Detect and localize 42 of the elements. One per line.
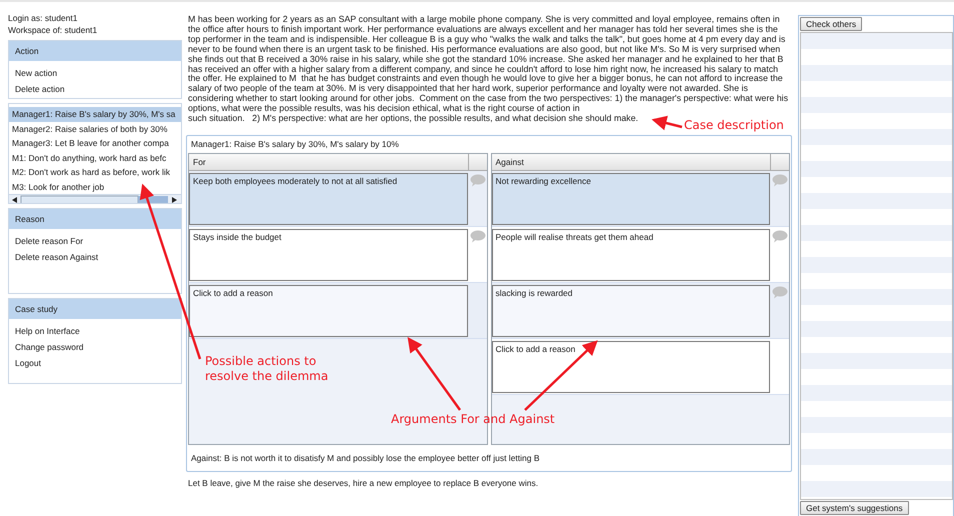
panel-link[interactable]: Help on Interface [9, 319, 181, 337]
workspace-label: Workspace of: student1 [8, 24, 98, 36]
reason-summary: Against: B is not worth it to disatisfy M and possibly lose the employee better off just letting B [190, 452, 541, 465]
panel-header: Action [9, 41, 181, 61]
comment-icon[interactable] [772, 230, 788, 243]
panel-link[interactable]: New action [9, 61, 181, 79]
panel-link[interactable]: Delete reason Against [9, 247, 181, 263]
action-item[interactable]: M1: Don't do anything, work hard as befc [9, 150, 181, 165]
panel-link[interactable]: Change password [9, 337, 181, 353]
action-item[interactable]: Manager2: Raise salaries of both by 30% [9, 122, 181, 136]
annotation-label: Possible actions to resolve the dilemma [205, 354, 330, 384]
reason-card[interactable]: Not rewarding excellence [492, 172, 770, 225]
decision-text: Let B leave, give M the raise she deserves, hire a new employee to replace B everyone wins. [187, 476, 540, 488]
action-title: Manager1: Raise B's salary by 30%, M's salary by 10% [190, 138, 400, 151]
column-heading: For [189, 154, 468, 170]
action-item[interactable]: Manager1: Raise B's salary by 30%, M's sa [9, 107, 181, 122]
comment-icon[interactable] [470, 230, 486, 243]
annotation-arrow [652, 116, 682, 130]
annotation-label: Arguments For and Against [391, 412, 556, 427]
action-item[interactable]: M3: Look for another job [9, 180, 181, 194]
panel-header: Reason [9, 209, 181, 229]
panel-link[interactable]: Delete reason For [9, 229, 181, 247]
annotation-label: Case description [684, 118, 784, 133]
panel-header: Case study [9, 299, 181, 319]
reason-card[interactable]: Stays inside the budget [189, 228, 468, 281]
action-item[interactable]: Manager3: Let B leave for another compa [9, 136, 181, 150]
reason-card[interactable]: People will realise threats get them ahead [492, 228, 770, 281]
panel-link[interactable]: Logout [9, 353, 181, 369]
comment-icon[interactable] [772, 174, 788, 187]
panel-link[interactable]: Delete action [9, 79, 181, 95]
reason-card[interactable]: slacking is rewarded [492, 284, 770, 337]
comment-icon[interactable] [772, 286, 788, 299]
add-reason-field[interactable]: Click to add a reason [189, 284, 468, 337]
reason-card[interactable]: Keep both employees moderately to not at all satisfied [189, 172, 468, 225]
action-item[interactable]: M2: Don't work as hard as before, work lik [9, 165, 181, 180]
add-reason-field[interactable]: Click to add a reason [492, 340, 770, 393]
case-description: such situation. 2) M's perspective: what are her options, the possible results, and what decision she should make. [187, 114, 638, 124]
check-others-button[interactable]: Check others [800, 17, 862, 31]
suggestions-button[interactable]: Get system's suggestions [800, 501, 909, 515]
column-heading: Against [492, 154, 771, 170]
login-label: Login as: student1 [8, 12, 78, 24]
comment-icon[interactable] [470, 174, 486, 187]
